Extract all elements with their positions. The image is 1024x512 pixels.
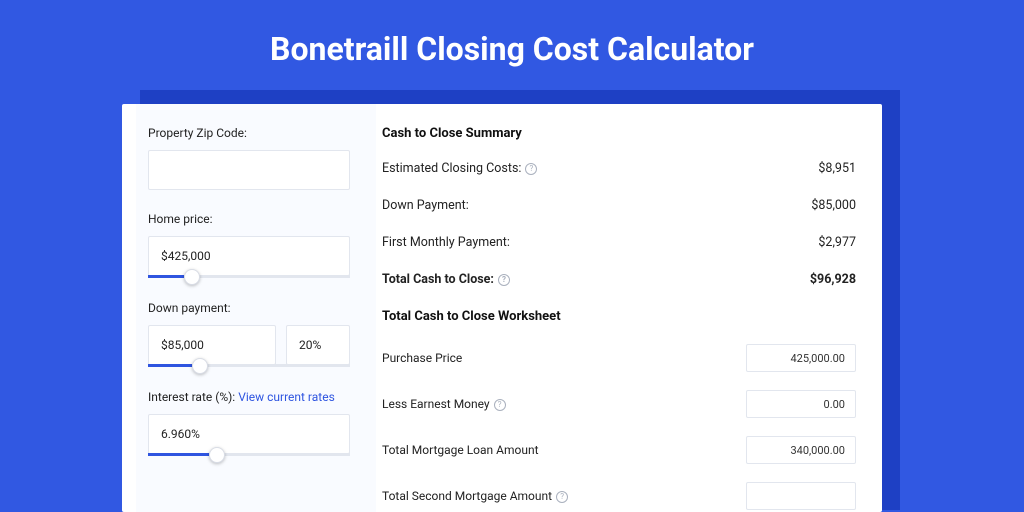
worksheet-row: Total Mortgage Loan Amount	[382, 436, 856, 464]
summary-total-value: $96,928	[810, 272, 856, 287]
worksheet-row: Purchase Price	[382, 344, 856, 372]
interest-slider[interactable]	[148, 453, 350, 456]
slider-thumb-icon[interactable]	[209, 447, 225, 463]
summary-panel: Cash to Close Summary Estimated Closing …	[376, 126, 856, 512]
worksheet-title: Total Cash to Close Worksheet	[382, 309, 856, 324]
slider-thumb-icon[interactable]	[184, 269, 200, 285]
help-icon[interactable]: ?	[556, 491, 568, 503]
down-payment-label: Down payment:	[148, 301, 350, 315]
worksheet-row-label: Total Mortgage Loan Amount	[382, 443, 539, 457]
view-rates-link[interactable]: View current rates	[238, 390, 335, 404]
summary-row-label: First Monthly Payment:	[382, 235, 510, 250]
help-icon[interactable]: ?	[525, 163, 537, 175]
summary-total-row: Total Cash to Close:? $96,928	[382, 272, 856, 287]
down-payment-slider[interactable]	[148, 364, 350, 367]
worksheet-row-label: Total Second Mortgage Amount?	[382, 489, 568, 503]
worksheet-row: Less Earnest Money?	[382, 390, 856, 418]
worksheet-row: Total Second Mortgage Amount?	[382, 482, 856, 510]
zip-label: Property Zip Code:	[148, 126, 350, 140]
calculator-card: Property Zip Code: Home price: Down paym…	[122, 104, 882, 512]
summary-row-value: $2,977	[818, 235, 856, 250]
worksheet-row-label: Less Earnest Money?	[382, 397, 506, 411]
down-payment-pct-input[interactable]	[286, 325, 350, 365]
worksheet-label-text: Less Earnest Money	[382, 397, 490, 411]
interest-label: Interest rate (%): View current rates	[148, 390, 350, 404]
page-title: Bonetraill Closing Cost Calculator	[0, 0, 1024, 92]
zip-group: Property Zip Code:	[148, 126, 350, 190]
slider-thumb-icon[interactable]	[192, 358, 208, 374]
worksheet-row-label: Purchase Price	[382, 351, 462, 365]
worksheet-row-input[interactable]	[746, 482, 856, 510]
worksheet-row-input[interactable]	[746, 436, 856, 464]
summary-row-value: $8,951	[818, 161, 856, 176]
help-icon[interactable]: ?	[498, 274, 510, 286]
summary-total-label-text: Total Cash to Close:	[382, 272, 494, 287]
home-price-slider[interactable]	[148, 275, 350, 278]
down-payment-input[interactable]	[148, 325, 276, 365]
interest-label-text: Interest rate (%):	[148, 390, 238, 404]
inputs-panel: Property Zip Code: Home price: Down paym…	[136, 104, 376, 512]
home-price-label: Home price:	[148, 212, 350, 226]
summary-row-value: $85,000	[811, 198, 856, 213]
summary-row: Down Payment: $85,000	[382, 198, 856, 213]
worksheet-row-input[interactable]	[746, 344, 856, 372]
home-price-input[interactable]	[148, 236, 350, 276]
summary-label-text: Estimated Closing Costs:	[382, 161, 521, 176]
summary-row-label: Down Payment:	[382, 198, 469, 213]
interest-group: Interest rate (%): View current rates	[148, 390, 350, 457]
summary-row: First Monthly Payment: $2,977	[382, 235, 856, 250]
summary-total-label: Total Cash to Close:?	[382, 272, 510, 287]
down-payment-group: Down payment:	[148, 301, 350, 368]
help-icon[interactable]: ?	[494, 399, 506, 411]
worksheet-panel: Total Cash to Close Worksheet Purchase P…	[382, 309, 856, 510]
summary-row-label: Estimated Closing Costs:?	[382, 161, 537, 176]
interest-input[interactable]	[148, 414, 350, 454]
home-price-group: Home price:	[148, 212, 350, 279]
zip-input[interactable]	[148, 150, 350, 190]
summary-title: Cash to Close Summary	[382, 126, 856, 141]
worksheet-row-input[interactable]	[746, 390, 856, 418]
summary-row: Estimated Closing Costs:? $8,951	[382, 161, 856, 176]
worksheet-label-text: Total Second Mortgage Amount	[382, 489, 552, 503]
